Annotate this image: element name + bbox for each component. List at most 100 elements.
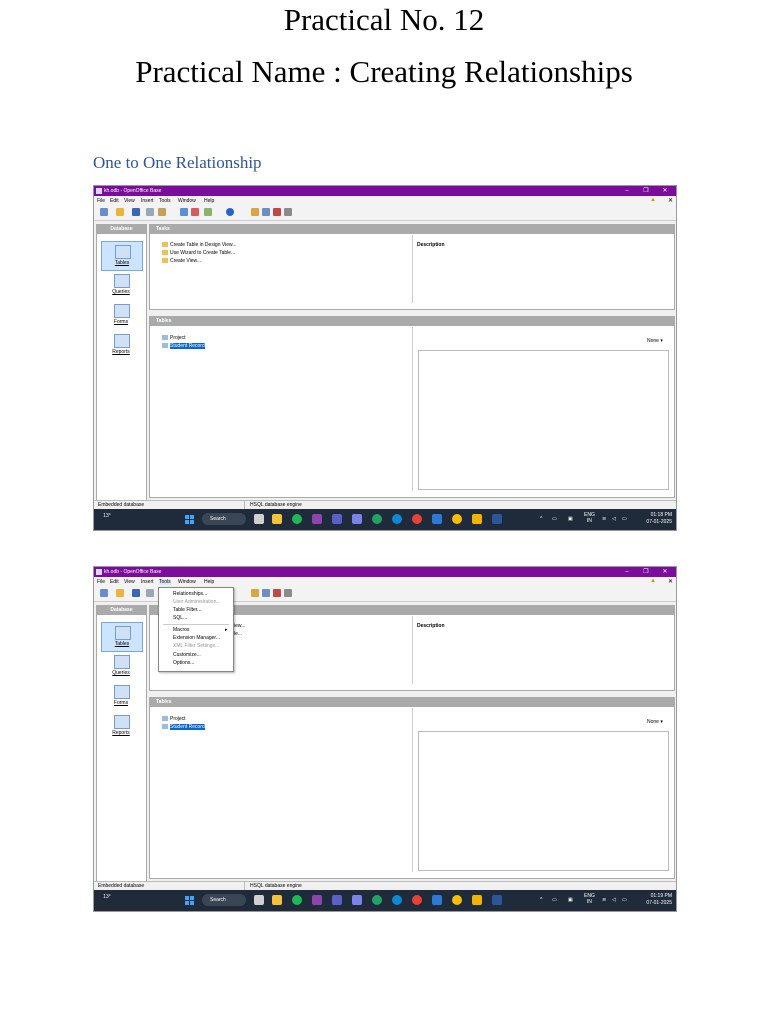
save-icon[interactable]	[132, 589, 140, 597]
chrome-icon[interactable]	[412, 514, 422, 524]
close-document-icon[interactable]: ✕	[668, 197, 673, 204]
folder-icon[interactable]	[472, 895, 482, 905]
tray-chevron-icon[interactable]: ^	[540, 516, 542, 522]
close-window-icon[interactable]: ✕	[656, 186, 674, 196]
camera-icon[interactable]	[432, 895, 442, 905]
tray-chevron-icon[interactable]: ^	[540, 897, 542, 903]
weather-icon[interactable]: 13°	[100, 513, 114, 525]
volume-icon[interactable]: ◁	[612, 897, 616, 903]
volume-icon[interactable]: ◁	[612, 516, 616, 522]
close-window-icon[interactable]: ✕	[656, 567, 674, 577]
file-explorer-icon[interactable]	[272, 895, 282, 905]
menu-item-options[interactable]: Options...	[173, 660, 194, 666]
tray-app-icon[interactable]: ▭	[552, 516, 557, 522]
new-icon[interactable]	[100, 208, 108, 216]
warning-icon[interactable]: ▲	[650, 197, 657, 203]
weather-icon[interactable]: 13°	[100, 894, 114, 906]
nav-forms[interactable]: Forms	[101, 301, 141, 329]
taskbar-clock[interactable]: 01:18 PM 07-01-2025	[636, 512, 672, 526]
nav-reports[interactable]: Reports	[101, 712, 141, 740]
open-icon[interactable]	[116, 208, 124, 216]
camera-icon[interactable]	[432, 514, 442, 524]
save-icon[interactable]	[132, 208, 140, 216]
copy-icon[interactable]	[146, 589, 154, 597]
copy-icon[interactable]	[146, 208, 154, 216]
paste-icon[interactable]	[158, 208, 166, 216]
chrome-icon[interactable]	[412, 895, 422, 905]
help-icon[interactable]	[226, 208, 234, 216]
menu-item-macros[interactable]: Macros	[173, 627, 189, 633]
file-explorer-icon[interactable]	[272, 514, 282, 524]
wifi-icon[interactable]: ≋	[602, 516, 606, 522]
task-partial-2[interactable]: le...	[234, 631, 242, 637]
menu-item-relationships[interactable]: Relationships...	[173, 591, 207, 597]
teams-icon[interactable]	[332, 514, 342, 524]
query-icon[interactable]	[262, 208, 270, 216]
taskbar-search[interactable]: Search	[202, 513, 246, 525]
sort-ascending-icon[interactable]	[180, 208, 188, 216]
word-icon[interactable]	[492, 514, 502, 524]
table-item-student-record[interactable]: Student Record	[162, 343, 205, 349]
word-icon[interactable]	[492, 895, 502, 905]
nav-reports[interactable]: Reports	[101, 331, 141, 359]
menu-help[interactable]: Help	[204, 198, 214, 204]
menu-tools[interactable]: Tools	[159, 579, 171, 585]
app-icon-green[interactable]	[372, 514, 382, 524]
menu-file[interactable]: File	[97, 198, 105, 204]
menu-insert[interactable]: Insert	[141, 198, 154, 204]
table-item-project[interactable]: Project	[162, 716, 186, 722]
maximize-icon[interactable]: ❐	[637, 567, 655, 577]
battery-icon[interactable]: ▭	[622, 897, 627, 903]
menu-item-customize[interactable]: Customize...	[173, 652, 201, 658]
menu-view[interactable]: View	[124, 198, 135, 204]
delete-icon[interactable]	[273, 589, 281, 597]
menu-help[interactable]: Help	[204, 579, 214, 585]
teams-icon[interactable]	[332, 895, 342, 905]
query-icon[interactable]	[262, 589, 270, 597]
nav-queries[interactable]: Queries	[101, 652, 141, 680]
menu-item-sql[interactable]: SQL...	[173, 615, 187, 621]
nav-tables[interactable]: Tables	[101, 241, 143, 271]
spotify-icon[interactable]	[292, 895, 302, 905]
open-icon[interactable]	[116, 589, 124, 597]
app-icon-purple[interactable]	[312, 895, 322, 905]
wifi-icon[interactable]: ≋	[602, 897, 606, 903]
teams-chat-icon[interactable]	[352, 514, 362, 524]
task-create-table-design[interactable]: Create Table in Design View...	[162, 242, 237, 248]
close-document-icon[interactable]: ✕	[668, 578, 673, 585]
tray-app-icon[interactable]: ▭	[552, 897, 557, 903]
nav-queries[interactable]: Queries	[101, 271, 141, 299]
windows-start-icon[interactable]	[185, 515, 194, 524]
rename-icon[interactable]	[284, 208, 292, 216]
menu-edit[interactable]: Edit	[110, 198, 119, 204]
menu-view[interactable]: View	[124, 579, 135, 585]
app-icon-green[interactable]	[372, 895, 382, 905]
tray-onedrive-icon[interactable]: ▣	[568, 897, 573, 903]
new-icon[interactable]	[100, 589, 108, 597]
maximize-icon[interactable]: ❐	[637, 186, 655, 196]
task-view-icon[interactable]	[254, 895, 264, 905]
menu-item-table-filter[interactable]: Table Filter...	[173, 607, 201, 613]
edge-icon[interactable]	[392, 895, 402, 905]
delete-icon[interactable]	[273, 208, 281, 216]
task-partial-1[interactable]: iew...	[234, 623, 245, 629]
taskbar-search[interactable]: Search	[202, 894, 246, 906]
taskbar-clock[interactable]: 01:19 PM 07-01-2025	[636, 893, 672, 907]
windows-start-icon[interactable]	[185, 896, 194, 905]
menu-edit[interactable]: Edit	[110, 579, 119, 585]
chrome-profile-icon[interactable]	[452, 895, 462, 905]
table-icon[interactable]	[251, 589, 259, 597]
language-indicator[interactable]: ENG IN	[584, 512, 595, 524]
teams-chat-icon[interactable]	[352, 895, 362, 905]
minimize-icon[interactable]: –	[618, 567, 636, 577]
minimize-icon[interactable]: –	[618, 186, 636, 196]
rename-icon[interactable]	[284, 589, 292, 597]
spotify-icon[interactable]	[292, 514, 302, 524]
nav-tables[interactable]: Tables	[101, 622, 143, 652]
chrome-profile-icon[interactable]	[452, 514, 462, 524]
table-icon[interactable]	[251, 208, 259, 216]
sort-descending-icon[interactable]	[191, 208, 199, 216]
task-create-view[interactable]: Create View...	[162, 258, 201, 264]
app-icon-purple[interactable]	[312, 514, 322, 524]
warning-icon[interactable]: ▲	[650, 578, 657, 584]
